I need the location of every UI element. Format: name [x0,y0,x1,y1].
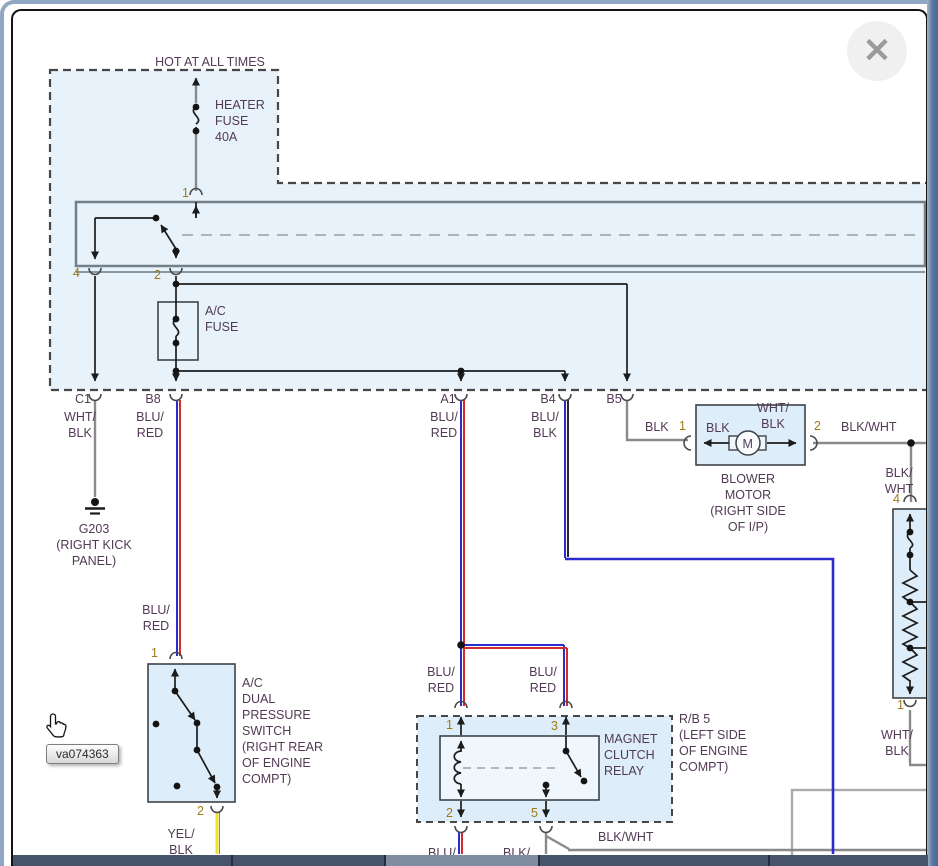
tooltip: va074363 [46,744,119,764]
pin-relay-1: 1 [446,717,453,733]
pin-relay-3: 3 [551,718,558,734]
wire-c1-color: WHT/ BLK [64,409,96,441]
tooltip-text: va074363 [56,747,109,761]
pin-jb-4: 4 [73,265,80,281]
wire-relay-in-right: BLU/ RED [529,664,557,696]
connector-b4: B4 [540,391,555,407]
blower-motor-label: BLOWER MOTOR (RIGHT SIDE OF I/P) [710,471,785,535]
pin-relay-5: 5 [531,805,538,821]
pin-ps-1: 1 [151,645,158,661]
wire-relay-out-right: BLK/WHT [598,829,654,845]
pin-relay-2: 2 [446,805,453,821]
pin-resistor-4: 4 [893,491,900,507]
ac-fuse-label: A/C FUSE [205,303,238,335]
window-right-edge[interactable] [927,0,938,866]
pin-jb-2: 2 [154,267,161,283]
bottom-bar-segment[interactable] [386,855,538,866]
pressure-switch-label: A/C DUAL PRESSURE SWITCH (RIGHT REAR OF … [242,675,323,787]
wire-blower-out: BLK/WHT [841,419,897,435]
wire-b5-color: BLK [645,419,669,435]
close-icon: ✕ [863,31,892,71]
wire-b4-color: BLU/ BLK [531,409,559,441]
wire-a1-color: BLU/ RED [430,409,458,441]
cursor-pointer-icon [44,712,68,745]
pin-ps-2: 2 [197,803,204,819]
heater-fuse-label: HEATER FUSE 40A [215,97,265,145]
pressure-switch-box [148,664,235,802]
junction-block [76,202,925,272]
wire-blower-in: BLK [706,420,730,436]
motor-symbol-label: M [743,436,753,452]
connector-b5: B5 [606,391,621,407]
wire-resistor-out: WHT/ BLK [881,727,913,759]
ground-label: G203 (RIGHT KICK PANEL) [56,521,131,569]
pin-blower-1: 1 [679,418,686,434]
wire-b8-color-2: BLU/ RED [142,602,170,634]
bottom-bar-divider [538,855,540,866]
power-source-label: HOT AT ALL TIMES [155,54,265,70]
connector-b8: B8 [145,391,160,407]
relay-label: MAGNET CLUTCH RELAY [604,731,657,779]
pin-resistor-1: 1 [897,697,904,713]
bottom-bar-divider [231,855,233,866]
pin-heater-1: 1 [182,185,189,201]
rb5-label: R/B 5 (LEFT SIDE OF ENGINE COMPT) [679,711,748,775]
close-button[interactable]: ✕ [847,21,907,81]
connector-a1: A1 [440,391,455,407]
wire-b8-color: BLU/ RED [136,409,164,441]
wire-blower-internal: WHT/ BLK [757,400,789,432]
wire-ps-out: YEL/ BLK [167,826,194,858]
bottom-bar-divider [768,855,770,866]
pin-blower-2: 2 [814,418,821,434]
bottom-bar[interactable] [13,855,928,866]
connector-c1: C1 [75,391,91,407]
wire-relay-in-left: BLU/ RED [427,664,455,696]
ground-symbol [85,498,105,514]
